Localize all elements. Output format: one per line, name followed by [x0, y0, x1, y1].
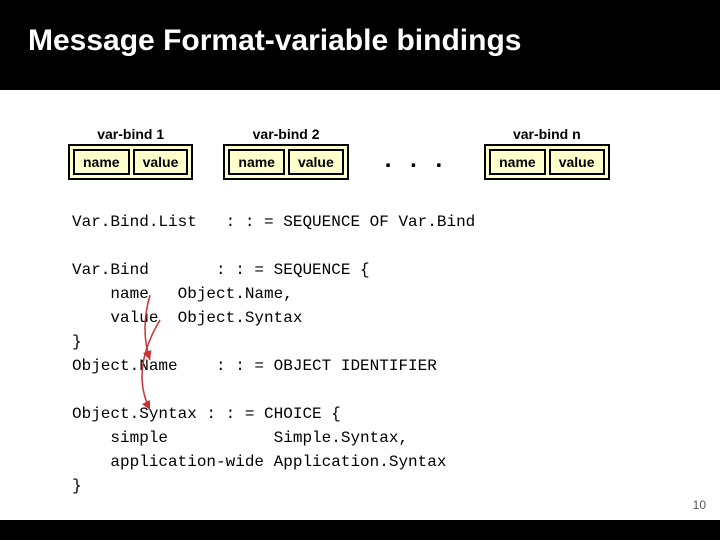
code-l5: value Object.Syntax: [72, 309, 302, 327]
varbind-n-name-cell: name: [489, 149, 546, 175]
varbind-2-label: var-bind 2: [253, 126, 320, 142]
varbind-1-box: name value: [68, 144, 193, 180]
varbind-2-group: var-bind 2 name value: [223, 126, 348, 180]
slide: Message Format-variable bindings var-bin…: [0, 0, 720, 540]
varbind-n-value-cell: value: [549, 149, 605, 175]
code-l10: simple Simple.Syntax,: [72, 429, 408, 447]
code-l9: Object.Syntax : : = CHOICE {: [72, 405, 341, 423]
varbind-1-label: var-bind 1: [97, 126, 164, 142]
page-number: 10: [693, 498, 706, 512]
asn1-code: Var.Bind.List : : = SEQUENCE OF Var.Bind…: [72, 210, 475, 498]
code-l11: application-wide Application.Syntax: [72, 453, 446, 471]
code-l12: }: [72, 477, 82, 495]
body-area: var-bind 1 name value var-bind 2 name va…: [0, 90, 720, 520]
code-l1: Var.Bind.List : : = SEQUENCE OF Var.Bind: [72, 213, 475, 231]
ellipsis: . . .: [379, 146, 454, 174]
varbind-2-name-cell: name: [228, 149, 285, 175]
code-l3: Var.Bind : : = SEQUENCE {: [72, 261, 370, 279]
varbind-1-name-cell: name: [73, 149, 130, 175]
varbind-n-group: var-bind n name value: [484, 126, 609, 180]
code-l6: }: [72, 333, 82, 351]
varbind-2-box: name value: [223, 144, 348, 180]
varbind-n-label: var-bind n: [513, 126, 581, 142]
slide-title: Message Format-variable bindings: [28, 24, 521, 58]
varbind-1-value-cell: value: [133, 149, 189, 175]
code-l7: Object.Name : : = OBJECT IDENTIFIER: [72, 357, 437, 375]
varbind-2-value-cell: value: [288, 149, 344, 175]
varbind-n-box: name value: [484, 144, 609, 180]
varbind-row: var-bind 1 name value var-bind 2 name va…: [68, 126, 610, 180]
code-l4: name Object.Name,: [72, 285, 293, 303]
varbind-1-group: var-bind 1 name value: [68, 126, 193, 180]
